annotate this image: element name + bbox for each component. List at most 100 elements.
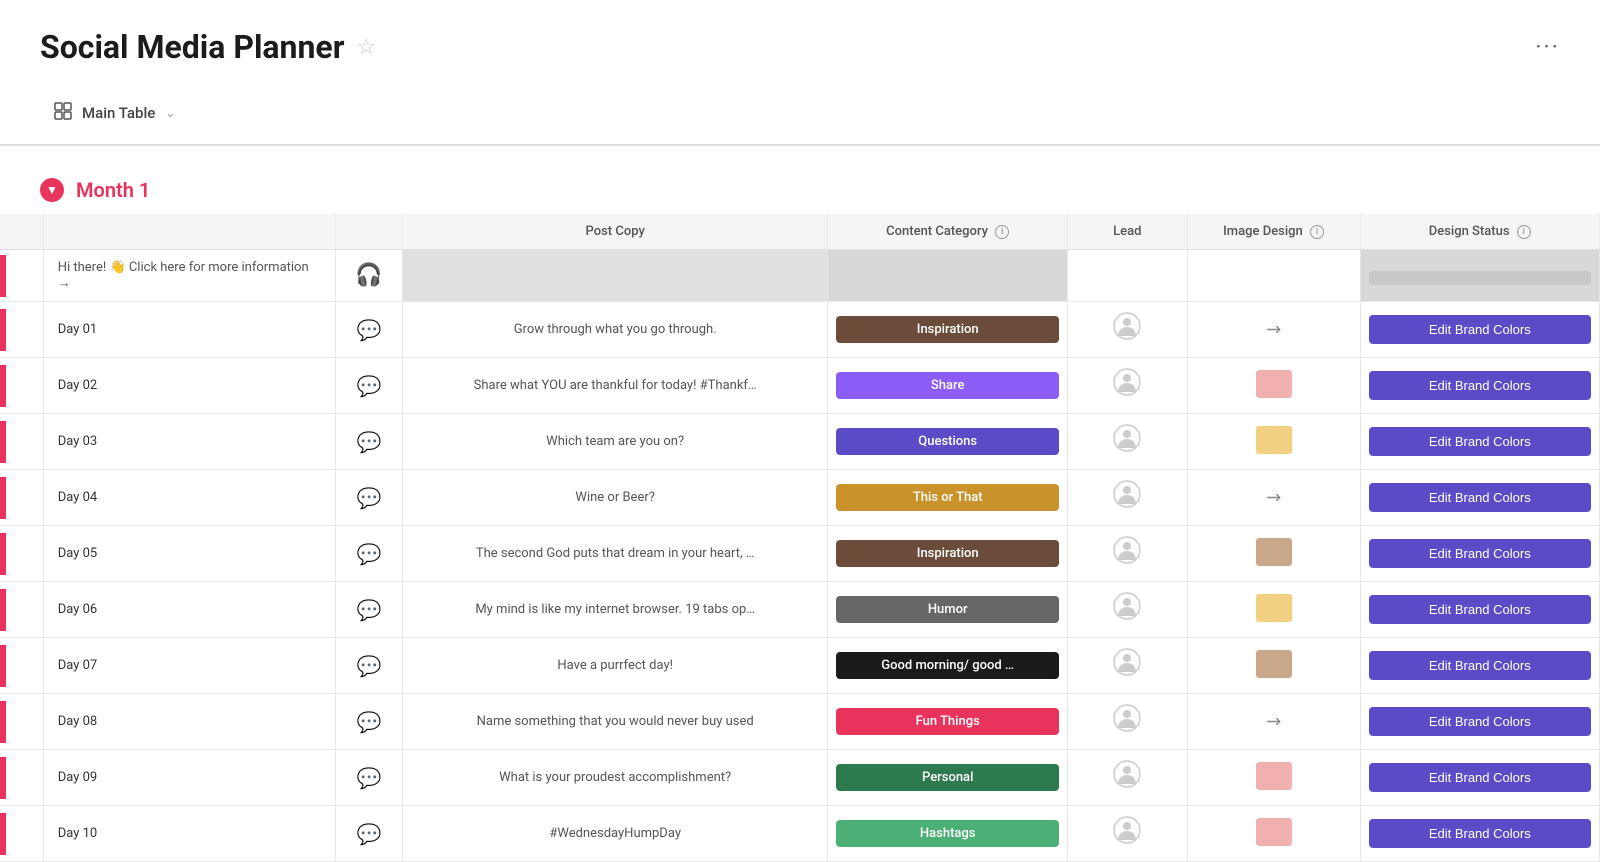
row-category[interactable]: Fun Things — [828, 694, 1067, 750]
row-item-name[interactable]: Day 02 — [43, 358, 336, 414]
row-comment-icon[interactable]: 💬 — [336, 806, 403, 862]
row-item-name[interactable]: Day 08 — [43, 694, 336, 750]
edit-brand-colors-button[interactable]: Edit Brand Colors — [1369, 707, 1591, 736]
row-comment-icon[interactable]: 💬 — [336, 638, 403, 694]
row-lead[interactable] — [1067, 638, 1187, 694]
row-post-copy[interactable]: What is your proudest accomplishment? — [402, 750, 828, 806]
row-item-name[interactable]: Day 06 — [43, 582, 336, 638]
section-title: Month 1 — [76, 178, 150, 202]
row-comment-icon[interactable]: 💬 — [336, 302, 403, 358]
row-category[interactable]: Humor — [828, 582, 1067, 638]
row-item-name[interactable]: Day 03 — [43, 414, 336, 470]
edit-brand-colors-button[interactable]: Edit Brand Colors — [1369, 539, 1591, 568]
edit-brand-colors-button[interactable]: Edit Brand Colors — [1369, 819, 1591, 848]
col-imgdesign-header: Image Design i — [1187, 214, 1360, 250]
row-item-name[interactable]: Day 10 — [43, 806, 336, 862]
row-category[interactable]: This or That — [828, 470, 1067, 526]
row-design-status[interactable]: Edit Brand Colors — [1360, 806, 1599, 862]
row-design-status[interactable]: Edit Brand Colors — [1360, 750, 1599, 806]
avatar-icon — [1113, 485, 1141, 515]
row-design-status[interactable]: Edit Brand Colors — [1360, 414, 1599, 470]
row-img-design[interactable]: ↗ — [1187, 694, 1360, 750]
row-category[interactable]: Inspiration — [828, 526, 1067, 582]
row-img-design[interactable] — [1187, 806, 1360, 862]
row-comment-icon[interactable]: 💬 — [336, 358, 403, 414]
collapse-icon[interactable]: ▼ — [40, 178, 64, 202]
row-design-status[interactable]: Edit Brand Colors — [1360, 470, 1599, 526]
edit-brand-colors-button[interactable]: Edit Brand Colors — [1369, 315, 1591, 344]
star-icon[interactable]: ☆ — [356, 35, 376, 60]
row-img-design[interactable]: ↗ — [1187, 302, 1360, 358]
row-comment-icon[interactable]: 💬 — [336, 750, 403, 806]
row-post-copy[interactable]: Grow through what you go through. — [402, 302, 828, 358]
row-img-design[interactable] — [1187, 638, 1360, 694]
edit-brand-colors-button[interactable]: Edit Brand Colors — [1369, 371, 1591, 400]
row-post-copy[interactable]: The second God puts that dream in your h… — [402, 526, 828, 582]
row-comment-icon[interactable]: 💬 — [336, 414, 403, 470]
row-comment-icon[interactable]: 💬 — [336, 582, 403, 638]
row-post-copy[interactable]: Name something that you would never buy … — [402, 694, 828, 750]
row-comment-icon[interactable]: 🎧 — [336, 250, 403, 302]
row-img-design[interactable] — [1187, 250, 1360, 302]
row-lead[interactable] — [1067, 302, 1187, 358]
row-lead[interactable] — [1067, 526, 1187, 582]
row-item-name[interactable]: Day 07 — [43, 638, 336, 694]
row-design-status[interactable]: Edit Brand Colors — [1360, 302, 1599, 358]
status-info-icon[interactable]: i — [1517, 225, 1531, 239]
more-menu-icon[interactable]: ··· — [1535, 33, 1560, 61]
row-img-design[interactable] — [1187, 582, 1360, 638]
row-post-copy[interactable]: Wine or Beer? — [402, 470, 828, 526]
row-lead[interactable] — [1067, 250, 1187, 302]
row-post-copy[interactable]: Share what YOU are thankful for today! #… — [402, 358, 828, 414]
row-lead[interactable] — [1067, 470, 1187, 526]
row-img-design[interactable] — [1187, 750, 1360, 806]
row-design-status[interactable]: Edit Brand Colors — [1360, 638, 1599, 694]
row-item-name[interactable]: Day 05 — [43, 526, 336, 582]
edit-brand-colors-button[interactable]: Edit Brand Colors — [1369, 427, 1591, 456]
row-design-status[interactable]: Edit Brand Colors — [1360, 582, 1599, 638]
imgdesign-info-icon[interactable]: i — [1310, 225, 1324, 239]
row-category[interactable]: Questions — [828, 414, 1067, 470]
edit-brand-colors-button[interactable]: Edit Brand Colors — [1369, 483, 1591, 512]
row-lead[interactable] — [1067, 806, 1187, 862]
avatar-icon — [1113, 541, 1141, 571]
row-post-copy[interactable]: Have a purrfect day! — [402, 638, 828, 694]
edit-brand-colors-button[interactable]: Edit Brand Colors — [1369, 763, 1591, 792]
row-post-copy[interactable]: Which team are you on? — [402, 414, 828, 470]
row-comment-icon[interactable]: 💬 — [336, 526, 403, 582]
main-table-tab[interactable]: Main Table ⌄ — [40, 94, 189, 132]
row-item-name[interactable]: Hi there! 👋 Click here for more informat… — [43, 250, 336, 302]
row-lead[interactable] — [1067, 358, 1187, 414]
category-info-icon[interactable]: i — [995, 225, 1009, 239]
row-lead[interactable] — [1067, 582, 1187, 638]
row-item-name[interactable]: Day 01 — [43, 302, 336, 358]
row-item-name[interactable]: Day 09 — [43, 750, 336, 806]
row-post-copy[interactable]: #WednesdayHumpDay — [402, 806, 828, 862]
row-img-design[interactable] — [1187, 526, 1360, 582]
row-design-status[interactable]: Edit Brand Colors — [1360, 526, 1599, 582]
edit-brand-colors-button[interactable]: Edit Brand Colors — [1369, 595, 1591, 624]
row-lead[interactable] — [1067, 414, 1187, 470]
status-empty-button[interactable] — [1369, 271, 1591, 285]
row-category[interactable]: Inspiration — [828, 302, 1067, 358]
row-lead[interactable] — [1067, 750, 1187, 806]
edit-brand-colors-button[interactable]: Edit Brand Colors — [1369, 651, 1591, 680]
row-category[interactable] — [828, 250, 1067, 302]
row-post-copy[interactable]: My mind is like my internet browser. 19 … — [402, 582, 828, 638]
row-category[interactable]: Good morning/ good … — [828, 638, 1067, 694]
row-img-design[interactable] — [1187, 414, 1360, 470]
row-item-name[interactable]: Day 04 — [43, 470, 336, 526]
row-category[interactable]: Hashtags — [828, 806, 1067, 862]
row-img-design[interactable]: ↗ — [1187, 470, 1360, 526]
row-design-status[interactable]: Edit Brand Colors — [1360, 358, 1599, 414]
row-comment-icon[interactable]: 💬 — [336, 694, 403, 750]
row-design-status[interactable]: Edit Brand Colors — [1360, 694, 1599, 750]
row-post-copy[interactable] — [402, 250, 828, 302]
chevron-down-icon[interactable]: ⌄ — [165, 106, 175, 120]
row-img-design[interactable] — [1187, 358, 1360, 414]
row-lead[interactable] — [1067, 694, 1187, 750]
row-comment-icon[interactable]: 💬 — [336, 470, 403, 526]
row-category[interactable]: Personal — [828, 750, 1067, 806]
row-category[interactable]: Share — [828, 358, 1067, 414]
row-design-status[interactable] — [1360, 250, 1599, 302]
